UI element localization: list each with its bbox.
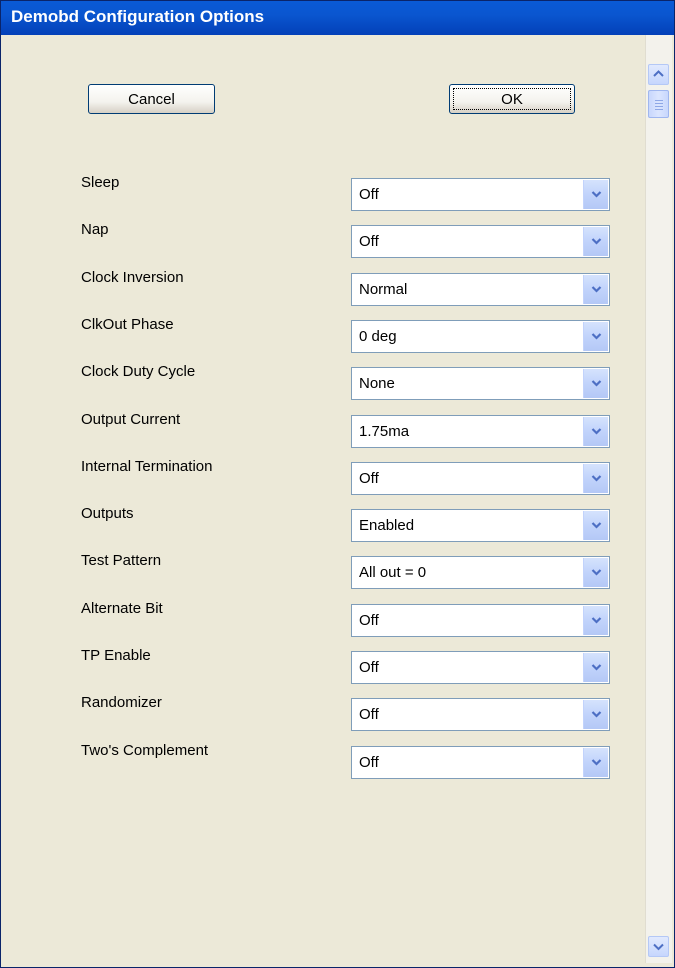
option-select[interactable]: Off [351, 178, 610, 211]
dropdown-button[interactable] [583, 275, 608, 304]
chevron-down-icon [591, 522, 602, 529]
dropdown-button[interactable] [583, 558, 608, 587]
option-select[interactable]: Off [351, 225, 610, 258]
option-select-value: All out = 0 [359, 564, 427, 581]
title-bar[interactable]: Demobd Configuration Options [1, 1, 674, 35]
chevron-down-icon [591, 617, 602, 624]
option-select[interactable]: Off [351, 651, 610, 684]
option-label: TP Enable [81, 647, 151, 664]
dropdown-button[interactable] [583, 227, 608, 256]
option-row: Outputs Enabled [8, 505, 644, 542]
option-row: Clock Inversion Normal [8, 269, 644, 306]
option-select-value: Off [359, 470, 379, 487]
option-select[interactable]: Off [351, 604, 610, 637]
chevron-down-icon [591, 711, 602, 718]
chevron-down-icon [653, 943, 664, 951]
dropdown-button[interactable] [583, 606, 608, 635]
option-select-value: Off [359, 706, 379, 723]
dropdown-button[interactable] [583, 653, 608, 682]
dropdown-button[interactable] [583, 511, 608, 540]
chevron-down-icon [591, 664, 602, 671]
chevron-down-icon [591, 238, 602, 245]
option-select-value: Off [359, 612, 379, 629]
option-select-value: Off [359, 186, 379, 203]
option-row: Two's Complement Off [8, 742, 644, 779]
option-select-value: Off [359, 754, 379, 771]
option-select[interactable]: Enabled [351, 509, 610, 542]
option-select-value: Enabled [359, 517, 415, 534]
chevron-down-icon [591, 759, 602, 766]
option-label: ClkOut Phase [81, 316, 174, 333]
option-row: Test Pattern All out = 0 [8, 552, 644, 589]
option-row: Nap Off [8, 221, 644, 258]
option-label: Internal Termination [81, 458, 213, 475]
dropdown-button[interactable] [583, 417, 608, 446]
chevron-up-icon [653, 70, 664, 77]
option-select[interactable]: 0 deg [351, 320, 610, 353]
config-dialog: Demobd Configuration Options Cancel OK S… [0, 0, 675, 968]
option-label: Sleep [81, 174, 120, 191]
option-row: Clock Duty Cycle None [8, 363, 644, 400]
option-select-value: None [359, 375, 395, 392]
option-select[interactable]: Off [351, 698, 610, 731]
option-row: Internal Termination Off [8, 458, 644, 495]
chevron-down-icon [591, 191, 602, 198]
option-label: Nap [81, 221, 109, 238]
option-row: Output Current 1.75ma [8, 411, 644, 448]
scroll-down-button[interactable] [648, 936, 669, 957]
option-label: Two's Complement [81, 742, 209, 759]
option-select[interactable]: None [351, 367, 610, 400]
option-row: ClkOut Phase 0 deg [8, 316, 644, 353]
option-row: Sleep Off [8, 174, 644, 211]
vertical-scrollbar[interactable] [645, 35, 672, 963]
window-title: Demobd Configuration Options [11, 7, 265, 26]
option-select[interactable]: Off [351, 746, 610, 779]
dropdown-button[interactable] [583, 748, 608, 777]
option-row: TP Enable Off [8, 647, 644, 684]
option-select-value: Normal [359, 281, 408, 298]
chevron-down-icon [591, 428, 602, 435]
option-label: Alternate Bit [81, 600, 163, 617]
chevron-down-icon [591, 475, 602, 482]
option-select-value: Off [359, 233, 379, 250]
option-label: Clock Inversion [81, 269, 184, 286]
ok-button[interactable]: OK [449, 84, 575, 114]
option-select[interactable]: All out = 0 [351, 556, 610, 589]
chevron-down-icon [591, 380, 602, 387]
dialog-body: Cancel OK Sleep Off Nap Off Clock Inversion N… [8, 35, 644, 963]
option-select-value: Off [359, 659, 379, 676]
option-row: Alternate Bit Off [8, 600, 644, 637]
dropdown-button[interactable] [583, 464, 608, 493]
option-select-value: 0 deg [359, 328, 397, 345]
option-label: Output Current [81, 411, 181, 428]
option-row: Randomizer Off [8, 694, 644, 731]
dropdown-button[interactable] [583, 180, 608, 209]
dropdown-button[interactable] [583, 700, 608, 729]
scroll-up-button[interactable] [648, 64, 669, 85]
chevron-down-icon [591, 333, 602, 340]
option-select[interactable]: Off [351, 462, 610, 495]
option-select[interactable]: 1.75ma [351, 415, 610, 448]
chevron-down-icon [591, 286, 602, 293]
option-label: Clock Duty Cycle [81, 363, 196, 380]
dropdown-button[interactable] [583, 322, 608, 351]
option-select-value: 1.75ma [359, 423, 410, 440]
option-label: Outputs [81, 505, 134, 522]
scroll-thumb[interactable] [648, 90, 669, 118]
option-label: Randomizer [81, 694, 162, 711]
option-label: Test Pattern [81, 552, 162, 569]
cancel-button[interactable]: Cancel [88, 84, 215, 114]
option-select[interactable]: Normal [351, 273, 610, 306]
chevron-down-icon [591, 569, 602, 576]
focus-rectangle [453, 88, 571, 110]
dropdown-button[interactable] [583, 369, 608, 398]
